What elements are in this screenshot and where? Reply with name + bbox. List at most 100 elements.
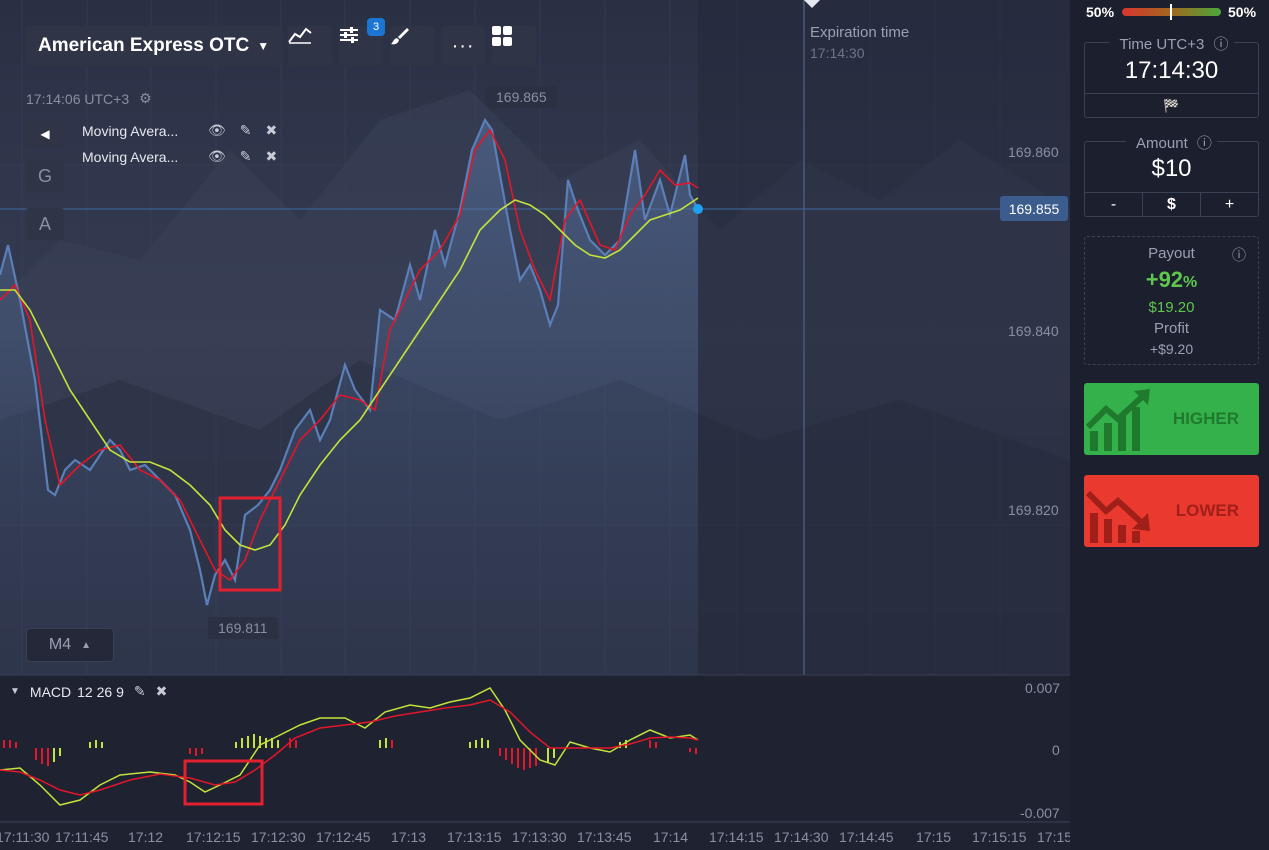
macd-axis-label: 0.007 — [1025, 680, 1061, 696]
current-price-label: 169.855 — [1000, 196, 1068, 221]
profit-value: +$9.20 — [1149, 341, 1194, 357]
time-axis-label: 17:15:15 — [972, 829, 1027, 845]
a-button[interactable]: A — [26, 208, 64, 240]
macd-params: 12 26 9 — [77, 683, 124, 700]
asset-selector[interactable]: American Express OTC ▼ — [26, 26, 282, 66]
collapse-caret-icon[interactable]: ▼ — [10, 686, 20, 697]
trend-down-icon — [1086, 490, 1150, 543]
time-axis-label: 17:15 — [916, 829, 952, 845]
indicator-name: Moving Avera... — [82, 122, 179, 139]
timeframe-label: M4 — [48, 636, 72, 653]
gear-icon[interactable]: ⚙ — [139, 90, 152, 107]
time-axis-label: 17:13:45 — [577, 829, 632, 845]
expiration-info: Expiration time 17:14:30 — [810, 23, 909, 63]
help-icon[interactable]: ⓘ — [1232, 245, 1246, 265]
macd-axis-label: -0.007 — [1020, 805, 1060, 821]
payout-percent-sign: % — [1183, 274, 1198, 291]
finish-flag-icon: 🏁 — [1163, 97, 1180, 113]
server-time: 17:14:06 UTC+3 ⚙ — [26, 90, 152, 107]
time-axis-label: 17:13:15 — [447, 829, 502, 845]
indicators-button[interactable]: 3 — [339, 18, 386, 66]
eye-icon[interactable]: 👁 — [208, 122, 226, 139]
indicator-name: Moving Avera... — [82, 148, 179, 165]
caret-left-icon: ◀ — [40, 127, 50, 141]
g-button[interactable]: G — [26, 160, 64, 192]
trade-panel: 50% 50% Time UTC+3 ⓘ 17:14:30 🏁 Amount ⓘ… — [1070, 0, 1269, 850]
more-dots-icon: ··· — [451, 35, 475, 57]
grid-layout-icon — [492, 26, 513, 46]
help-icon[interactable]: ⓘ — [1196, 135, 1212, 152]
more-button[interactable]: ··· — [441, 26, 486, 66]
time-title: Time UTC+3 — [1114, 36, 1210, 53]
time-axis-label: 17:13 — [391, 829, 427, 845]
close-icon[interactable]: ✖ — [156, 683, 168, 700]
time-value: 17:14:30 — [1124, 57, 1219, 84]
increase-amount-button[interactable]: + — [1201, 193, 1258, 216]
caret-up-icon: ▲ — [81, 639, 92, 651]
trend-up-icon — [1086, 389, 1150, 451]
price-axis-label: 169.840 — [1008, 323, 1059, 339]
time-axis-label: 17:11:30 — [0, 829, 50, 845]
chart-toolbar: American Express OTC ▼ 3 ··· — [26, 18, 537, 66]
current-price-dot — [693, 204, 703, 214]
time-axis-label: 17:12:45 — [316, 829, 371, 845]
macd-header: ▼ MACD 12 26 9 ✎ ✖ — [10, 683, 167, 700]
help-icon[interactable]: ⓘ — [1213, 36, 1229, 53]
time-axis-label: 17:12:30 — [251, 829, 306, 845]
chevron-down-icon: ▼ — [257, 39, 270, 53]
sentiment-left: 50% — [1086, 4, 1115, 20]
brush-icon — [391, 28, 410, 45]
amount-value[interactable]: $10 — [1085, 155, 1258, 183]
time-box[interactable]: Time UTC+3 ⓘ 17:14:30 🏁 — [1084, 36, 1259, 118]
time-axis-label: 17:15 — [1037, 829, 1070, 845]
higher-label: HIGHER — [1172, 409, 1239, 428]
time-axis-label: 17:12 — [128, 829, 164, 845]
collapse-indicators-button[interactable]: ◀ — [26, 120, 64, 148]
payout-box: Payout ⓘ +92% $19.20 Profit +$9.20 — [1084, 236, 1259, 365]
drawing-tools-button[interactable] — [390, 26, 435, 66]
lower-button[interactable]: LOWER — [1084, 475, 1259, 547]
server-time-label: 17:14:06 UTC+3 — [26, 90, 130, 107]
close-icon[interactable]: ✖ — [266, 148, 278, 165]
trading-chart[interactable]: American Express OTC ▼ 3 ··· 17:14:06 UT… — [0, 0, 1070, 850]
time-axis-label: 17:11:45 — [55, 829, 109, 845]
chart-type-button[interactable] — [288, 26, 333, 66]
sentiment-bar: 50% 50% — [1070, 0, 1269, 24]
price-axis-label: 169.860 — [1008, 144, 1059, 160]
profit-label: Profit — [1153, 320, 1189, 337]
indicators-count-badge: 3 — [367, 18, 386, 36]
expiration-label: Expiration time — [810, 24, 910, 41]
sliders-icon — [340, 27, 359, 43]
expiration-time: 17:14:30 — [810, 45, 865, 61]
macd-label: MACD — [29, 683, 72, 700]
pencil-icon[interactable]: ✎ — [240, 148, 252, 165]
decrease-amount-button[interactable]: - — [1085, 193, 1142, 216]
eye-icon[interactable]: 👁 — [208, 148, 226, 165]
currency-toggle-button[interactable]: $ — [1142, 193, 1201, 216]
timeframe-selector[interactable]: M4 ▲ — [26, 628, 114, 662]
time-axis-label: 17:14:15 — [709, 829, 764, 845]
indicator-row: Moving Avera... 👁 ✎ ✖ — [82, 148, 277, 165]
pencil-icon[interactable]: ✎ — [240, 122, 252, 139]
sentiment-right: 50% — [1228, 4, 1257, 20]
payout-amount: $19.20 — [1148, 299, 1195, 316]
area-chart-icon — [288, 27, 312, 44]
low-price-tag: 169.811 — [208, 617, 278, 639]
lower-label: LOWER — [1175, 501, 1239, 520]
payout-percent: +92 — [1145, 267, 1184, 292]
time-axis-label: 17:14:30 — [774, 829, 829, 845]
high-price-tag: 169.865 — [486, 86, 557, 108]
asset-name: American Express OTC — [38, 35, 250, 56]
layout-button[interactable] — [492, 26, 537, 66]
time-axis-label: 17:14 — [653, 829, 689, 845]
amount-title: Amount — [1131, 135, 1193, 152]
indicator-row: Moving Avera... 👁 ✎ ✖ — [82, 122, 277, 139]
time-axis-label: 17:13:30 — [512, 829, 567, 845]
close-icon[interactable]: ✖ — [266, 122, 278, 139]
macd-axis-label: 0 — [1052, 742, 1060, 758]
time-axis-label: 17:12:15 — [186, 829, 241, 845]
pencil-icon[interactable]: ✎ — [134, 683, 146, 700]
amount-box[interactable]: Amount ⓘ $10 - $ + — [1084, 135, 1259, 217]
higher-button[interactable]: HIGHER — [1084, 383, 1259, 455]
time-axis-label: 17:14:45 — [839, 829, 894, 845]
